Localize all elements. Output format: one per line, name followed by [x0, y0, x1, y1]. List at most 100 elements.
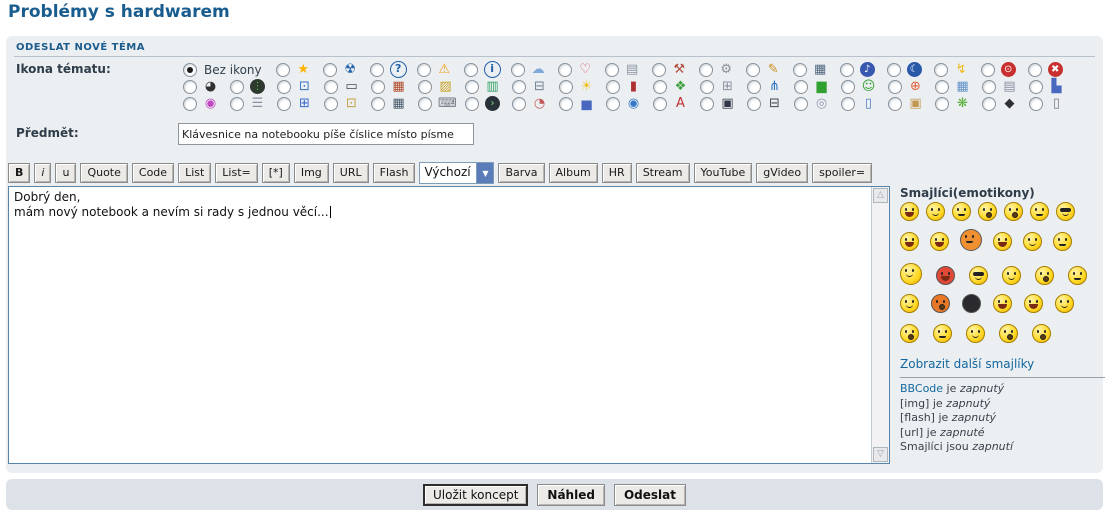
more-smileys-link[interactable]: Zobrazit další smajlíky [900, 357, 1034, 371]
topic-icon-radio-floppy[interactable] [700, 96, 714, 111]
topic-icon-radio-cross-error[interactable] [1027, 62, 1042, 77]
bbcode-url-button[interactable]: URL [332, 163, 369, 183]
chevron-down-icon[interactable]: ▼ [476, 163, 494, 183]
submit-button[interactable]: Odeslat [613, 483, 686, 506]
topic-icon-radio-gear[interactable] [698, 62, 713, 77]
bbcode-spoiler-button[interactable]: spoiler= [812, 163, 873, 183]
topic-icon-radio-lock[interactable] [324, 96, 338, 111]
subject-input[interactable] [178, 123, 474, 145]
smiley-laugh[interactable] [900, 232, 919, 251]
bbcode-italic-button[interactable]: i [34, 163, 52, 183]
topic-icon-radio-warning[interactable] [416, 62, 431, 77]
scroll-down-icon[interactable]: ▽ [873, 447, 888, 462]
save-draft-button[interactable]: Uložit koncept [423, 483, 529, 506]
bbcode-color-button[interactable]: Barva [498, 163, 545, 183]
topic-icon-radio-barrier[interactable] [418, 79, 432, 94]
bbcode-list-item-button[interactable]: [*] [261, 163, 290, 183]
topic-icon-radio-lifebuoy[interactable] [888, 79, 902, 94]
bbcode-gvideo-button[interactable]: gVideo [756, 163, 809, 183]
topic-icon-radio-cooking-pot[interactable] [982, 96, 996, 111]
topic-icon-radio-calendar[interactable] [935, 79, 949, 94]
smiley-pirate[interactable] [993, 294, 1012, 313]
topic-icon-radio-notes[interactable] [982, 79, 996, 94]
smiley-wide-eyed[interactable] [999, 324, 1018, 343]
bbcode-img-button[interactable]: Img [293, 163, 329, 183]
topic-icon-radio-signal-bars[interactable] [794, 79, 808, 94]
smiley-cool[interactable] [1056, 202, 1075, 221]
smiley-wink[interactable] [1002, 266, 1021, 285]
topic-icon-radio-battery[interactable] [606, 79, 620, 94]
smiley-cry[interactable] [1053, 232, 1072, 251]
topic-icon-radio-music[interactable] [839, 62, 854, 77]
smiley-thinking[interactable] [933, 324, 952, 343]
topic-icon-radio-keyboard[interactable] [418, 96, 432, 111]
smiley-surprised[interactable] [1032, 324, 1051, 343]
topic-icon-radio-lightbulb[interactable] [559, 79, 573, 94]
topic-icon-radio-firewall[interactable] [371, 79, 385, 94]
topic-icon-radio-database[interactable] [230, 96, 244, 111]
topic-icon-radio-tools[interactable] [651, 62, 666, 77]
bbcode-list-ordered-button[interactable]: List= [215, 163, 258, 183]
smiley-smirk[interactable] [1030, 202, 1049, 221]
smiley-angry[interactable] [960, 229, 982, 251]
topic-icon-radio-terminal[interactable] [465, 96, 479, 111]
topic-icon-radio-copy-pages[interactable] [604, 62, 619, 77]
topic-icon-radio-pdf[interactable] [653, 96, 667, 111]
bbcode-underline-button[interactable]: u [55, 163, 77, 183]
topic-icon-radio-heart[interactable] [557, 62, 572, 77]
topic-icon-radio-star[interactable] [275, 62, 290, 77]
topic-icon-radio-puzzle[interactable] [653, 79, 667, 94]
smiley-cool-dark[interactable] [969, 266, 988, 285]
topic-icon-radio-antenna[interactable] [747, 79, 761, 94]
topic-icon-radio-windows[interactable] [277, 96, 291, 111]
topic-icon-radio-question[interactable] [369, 62, 384, 77]
topic-icon-radio-power[interactable] [980, 62, 995, 77]
topic-icon-radio-graphics-card[interactable] [465, 79, 479, 94]
smiley-mad-orange[interactable] [931, 294, 950, 313]
topic-icon-radio-hard-drive[interactable] [747, 96, 761, 111]
smiley-devil[interactable] [936, 266, 955, 285]
smiley-bat-smiley[interactable] [900, 263, 922, 285]
smiley-in-love[interactable] [966, 324, 985, 343]
bbcode-flash-button[interactable]: Flash [372, 163, 416, 183]
topic-icon-radio-pie-document[interactable] [512, 96, 526, 111]
topic-icon-radio-radiation[interactable] [322, 62, 337, 77]
bbcode-stream-button[interactable]: Stream [635, 163, 690, 183]
topic-icon-radio-gamepad[interactable] [700, 79, 714, 94]
editor-scrollbar[interactable]: △ ▽ [871, 187, 889, 463]
topic-icon-radio-printer[interactable] [512, 79, 526, 94]
topic-icon-radio-globe[interactable] [606, 96, 620, 111]
topic-icon-radio-icq-flower[interactable] [935, 96, 949, 111]
smiley-evil-grin[interactable] [930, 232, 949, 251]
topic-icon-radio-syringe[interactable] [745, 62, 760, 77]
smiley-plain[interactable] [1055, 294, 1074, 313]
scroll-up-icon[interactable]: △ [873, 188, 888, 203]
bbcode-youtube-button[interactable]: YouTube [693, 163, 753, 183]
smiley-embarrassed[interactable] [1023, 232, 1042, 251]
topic-icon-radio-bar-chart[interactable] [559, 96, 573, 111]
topic-icon-radio-memory-modules[interactable] [792, 62, 807, 77]
bbcode-link[interactable]: BBCode [900, 382, 943, 395]
topic-icon-radio-package-box[interactable] [888, 96, 902, 111]
topic-icon-radio-trash[interactable] [1029, 96, 1043, 111]
bbcode-list-button[interactable]: List [178, 163, 212, 183]
topic-icon-radio-monitor[interactable] [277, 79, 291, 94]
topic-icon-radio-laptop[interactable] [324, 79, 338, 94]
bbcode-bold-button[interactable]: B [8, 163, 31, 183]
smiley-eek[interactable] [1004, 202, 1023, 221]
topic-icon-radio-calculator[interactable] [371, 96, 385, 111]
topic-icon-radio-thought-cloud[interactable] [510, 62, 525, 77]
topic-icon-radio-cd[interactable] [794, 96, 808, 111]
topic-icon-radio-green-smiley[interactable] [841, 79, 855, 94]
topic-icon-radio-info[interactable] [463, 62, 478, 77]
smiley-bomb[interactable] [962, 294, 981, 313]
smiley-razz[interactable] [993, 232, 1012, 251]
smiley-grin[interactable] [900, 202, 919, 221]
smiley-rolleyes[interactable] [1035, 266, 1054, 285]
topic-icon-radio-usb-stick[interactable] [841, 96, 855, 111]
message-editor[interactable]: Dobrý den, mám nový notebook a nevím si … [8, 186, 890, 464]
topic-icon-radio-color-wheel[interactable] [183, 96, 197, 111]
topic-icon-radio-lightning[interactable] [933, 62, 948, 77]
font-style-select[interactable]: Výchozí ▼ [419, 162, 495, 184]
bbcode-album-button[interactable]: Album [548, 163, 598, 183]
